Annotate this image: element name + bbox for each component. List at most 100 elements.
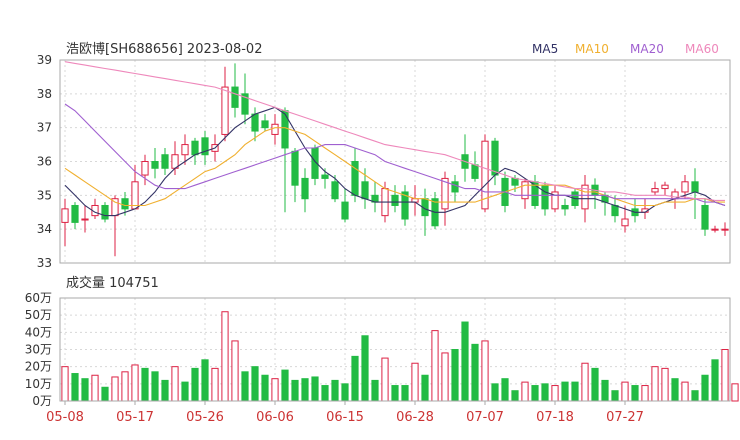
candle xyxy=(721,222,729,236)
volume-bar xyxy=(161,379,169,402)
candle-body xyxy=(121,198,129,210)
volume-bar xyxy=(331,379,339,402)
candle xyxy=(411,185,419,216)
candle xyxy=(81,205,89,233)
candle xyxy=(591,178,599,209)
candle-body xyxy=(321,174,329,179)
candle-body xyxy=(191,140,199,156)
volume-bar xyxy=(171,366,179,402)
candle xyxy=(431,191,439,230)
candle-body xyxy=(451,181,459,193)
candle xyxy=(271,114,279,145)
volume-bar xyxy=(211,367,219,402)
candle xyxy=(261,114,269,132)
volume-bar xyxy=(221,311,229,402)
candle xyxy=(301,168,309,213)
volume-bar xyxy=(491,383,499,402)
volume-bar xyxy=(291,379,299,402)
volume-bar xyxy=(371,379,379,402)
volume-bar xyxy=(411,362,419,402)
candle xyxy=(281,107,289,213)
volume-bar xyxy=(121,371,129,402)
volume-y-axis: 0万 10万 20万 30万 40万 50万 60万 xyxy=(25,291,52,408)
candle xyxy=(551,185,559,213)
candle xyxy=(61,198,69,247)
candle xyxy=(101,202,109,223)
candle-body xyxy=(271,123,279,135)
candle-body xyxy=(491,140,499,176)
candle-body xyxy=(391,194,399,206)
candle-body xyxy=(361,181,369,200)
candle-body xyxy=(561,204,569,210)
candle xyxy=(711,225,719,233)
candle-body xyxy=(471,164,479,179)
candle-body xyxy=(81,218,89,221)
candle xyxy=(651,181,659,196)
candle-body xyxy=(511,177,519,186)
volume-bar xyxy=(251,366,259,402)
chart-canvas: 浩欧博[SH688656] 2023-08-02 MA5 MA10 MA20 M… xyxy=(25,42,739,425)
volume-bar xyxy=(511,390,519,402)
volume-bar xyxy=(471,343,479,402)
kline-y-tick: 34 xyxy=(37,222,52,236)
candle xyxy=(141,154,149,186)
candle-body xyxy=(161,154,169,169)
volume-bar xyxy=(701,374,709,402)
candle xyxy=(641,198,649,220)
volume-bar xyxy=(131,364,139,402)
volume-y-tick: 0万 xyxy=(32,394,52,408)
candle-body xyxy=(131,181,139,210)
date-tick-label: 07-27 xyxy=(606,410,644,425)
volume-bar xyxy=(731,383,739,402)
volume-bar xyxy=(501,378,509,402)
candle-body xyxy=(71,204,79,223)
volume-bar xyxy=(321,385,329,402)
volume-bar xyxy=(361,335,369,402)
volume-bar xyxy=(351,355,359,402)
volume-y-tick: 50万 xyxy=(25,308,52,322)
candle xyxy=(421,188,429,236)
volume-bar xyxy=(101,386,109,402)
volume-bar xyxy=(261,374,269,402)
volume-bar xyxy=(111,376,119,402)
volume-bar xyxy=(71,373,79,402)
volume-bars xyxy=(61,311,739,402)
volume-y-tick: 10万 xyxy=(25,377,52,391)
volume-bar xyxy=(301,378,309,402)
candle-body xyxy=(651,188,659,193)
volume-bar xyxy=(151,371,159,402)
candle-body xyxy=(721,228,729,231)
candle xyxy=(531,175,539,209)
candle xyxy=(481,134,489,213)
stock-chart: 浩欧博[SH688656] 2023-08-02 MA5 MA10 MA20 M… xyxy=(0,0,740,440)
volume-bar xyxy=(81,378,89,402)
volume-y-tick: 40万 xyxy=(25,325,52,339)
volume-bar xyxy=(581,362,589,402)
candle xyxy=(291,147,299,203)
candle-body xyxy=(291,150,299,186)
volume-bar xyxy=(691,390,699,402)
volume-bar xyxy=(551,385,559,402)
volume-bar xyxy=(341,383,349,402)
legend-ma60: MA60 xyxy=(685,42,719,56)
candle-body xyxy=(231,86,239,108)
volume-bar xyxy=(441,352,449,402)
candle xyxy=(241,73,249,125)
candle-body xyxy=(101,204,109,220)
volume-bar xyxy=(91,374,99,402)
candle xyxy=(391,185,399,213)
candle-body xyxy=(261,120,269,129)
candle-body xyxy=(251,113,259,132)
candle xyxy=(151,147,159,179)
candle-body xyxy=(281,110,289,149)
candle xyxy=(631,198,639,223)
legend-ma10: MA10 xyxy=(575,42,609,56)
date-tick-label: 07-07 xyxy=(466,410,504,425)
kline-title: 浩欧博[SH688656] 2023-08-02 xyxy=(66,42,262,57)
candle-body xyxy=(611,204,619,217)
candle xyxy=(191,137,199,165)
volume-bar xyxy=(271,378,279,402)
kline-y-tick: 39 xyxy=(37,53,52,67)
candle xyxy=(341,188,349,223)
volume-bar xyxy=(481,340,489,402)
